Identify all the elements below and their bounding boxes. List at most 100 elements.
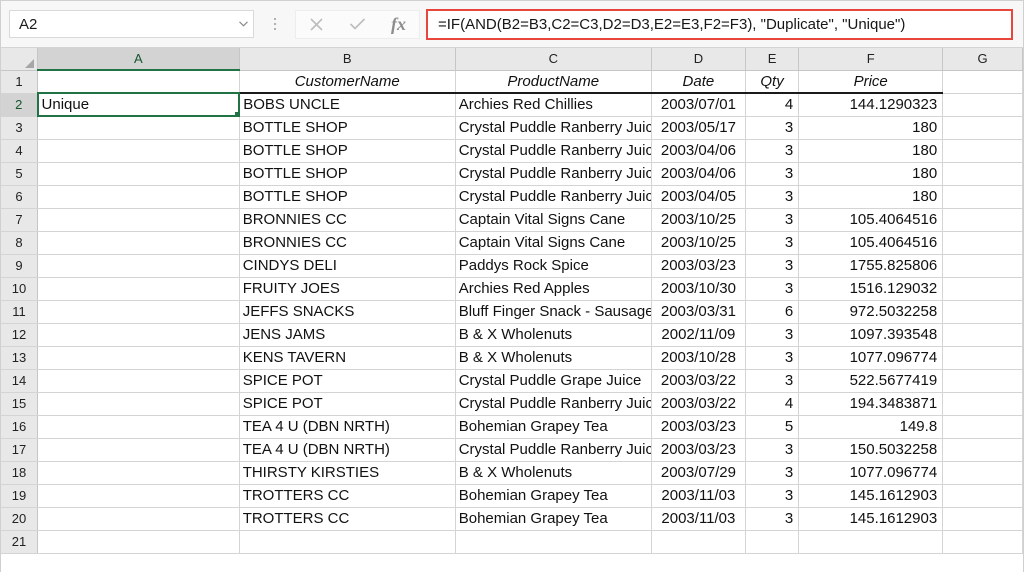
cell-G10[interactable] — [942, 277, 1023, 301]
cell-B11[interactable]: JEFFS SNACKS — [239, 300, 456, 324]
cell-E13[interactable]: 3 — [745, 346, 800, 370]
cell-G19[interactable] — [942, 484, 1023, 508]
cell-C16[interactable]: Bohemian Grapey Tea — [455, 415, 652, 439]
row-header-21[interactable]: 21 — [1, 530, 39, 554]
row-header-14[interactable]: 14 — [1, 369, 39, 393]
column-header-E[interactable]: E — [745, 48, 800, 71]
cell-B8[interactable]: BRONNIES CC — [239, 231, 456, 255]
cell-C7[interactable]: Captain Vital Signs Cane — [455, 208, 652, 232]
cell-E11[interactable]: 6 — [745, 300, 800, 324]
column-header-F[interactable]: F — [798, 48, 944, 71]
check-icon[interactable] — [337, 11, 378, 38]
cell-D7[interactable]: 2003/10/25 — [651, 208, 746, 232]
cell-D6[interactable]: 2003/04/05 — [651, 185, 746, 209]
cell-A10[interactable] — [37, 277, 240, 301]
column-header-B[interactable]: B — [239, 48, 456, 71]
cell-E10[interactable]: 3 — [745, 277, 800, 301]
cell-B13[interactable]: KENS TAVERN — [239, 346, 456, 370]
cell-F9[interactable]: 1755.825806 — [798, 254, 944, 278]
row-header-10[interactable]: 10 — [1, 277, 39, 301]
cell-F21[interactable] — [798, 530, 944, 554]
cell-B3[interactable]: BOTTLE SHOP — [239, 116, 456, 140]
cell-F10[interactable]: 1516.129032 — [798, 277, 944, 301]
cell-G14[interactable] — [942, 369, 1023, 393]
cell-B15[interactable]: SPICE POT — [239, 392, 456, 416]
cell-G8[interactable] — [942, 231, 1023, 255]
cell-B18[interactable]: THIRSTY KIRSTIES — [239, 461, 456, 485]
cell-C9[interactable]: Paddys Rock Spice — [455, 254, 652, 278]
cell-D15[interactable]: 2003/03/22 — [651, 392, 746, 416]
close-icon[interactable] — [296, 11, 337, 38]
cell-G13[interactable] — [942, 346, 1023, 370]
cell-D21[interactable] — [651, 530, 746, 554]
cell-B12[interactable]: JENS JAMS — [239, 323, 456, 347]
row-header-1[interactable]: 1 — [1, 70, 39, 94]
cell-B2[interactable]: BOBS UNCLE — [239, 93, 456, 117]
cell-G9[interactable] — [942, 254, 1023, 278]
cell-D10[interactable]: 2003/10/30 — [651, 277, 746, 301]
cell-E9[interactable]: 3 — [745, 254, 800, 278]
cell-E18[interactable]: 3 — [745, 461, 800, 485]
cell-A18[interactable] — [37, 461, 240, 485]
cell-B19[interactable]: TROTTERS CC — [239, 484, 456, 508]
cell-A16[interactable] — [37, 415, 240, 439]
row-header-7[interactable]: 7 — [1, 208, 39, 232]
cell-C20[interactable]: Bohemian Grapey Tea — [455, 507, 652, 531]
cell-D18[interactable]: 2003/07/29 — [651, 461, 746, 485]
cell-D4[interactable]: 2003/04/06 — [651, 139, 746, 163]
row-header-17[interactable]: 17 — [1, 438, 39, 462]
cell-E14[interactable]: 3 — [745, 369, 800, 393]
cell-C10[interactable]: Archies Red Apples — [455, 277, 652, 301]
more-options-icon[interactable] — [263, 9, 287, 39]
cell-F5[interactable]: 180 — [798, 162, 944, 186]
cell-C8[interactable]: Captain Vital Signs Cane — [455, 231, 652, 255]
cell-G6[interactable] — [942, 185, 1023, 209]
cell-C14[interactable]: Crystal Puddle Grape Juice — [455, 369, 652, 393]
cell-D14[interactable]: 2003/03/22 — [651, 369, 746, 393]
cell-A6[interactable] — [37, 185, 240, 209]
cell-F17[interactable]: 150.5032258 — [798, 438, 944, 462]
cell-F8[interactable]: 105.4064516 — [798, 231, 944, 255]
column-header-D[interactable]: D — [651, 48, 746, 71]
cell-B14[interactable]: SPICE POT — [239, 369, 456, 393]
cell-G16[interactable] — [942, 415, 1023, 439]
cell-B5[interactable]: BOTTLE SHOP — [239, 162, 456, 186]
cell-D8[interactable]: 2003/10/25 — [651, 231, 746, 255]
cell-D16[interactable]: 2003/03/23 — [651, 415, 746, 439]
cell-A2[interactable]: Unique — [36, 92, 241, 117]
cell-A20[interactable] — [37, 507, 240, 531]
fx-icon[interactable]: fx — [378, 11, 419, 38]
cell-G1[interactable] — [942, 70, 1023, 94]
cell-C13[interactable]: B & X Wholenuts — [455, 346, 652, 370]
row-header-16[interactable]: 16 — [1, 415, 39, 439]
cell-G3[interactable] — [942, 116, 1023, 140]
cell-D13[interactable]: 2003/10/28 — [651, 346, 746, 370]
cell-D11[interactable]: 2003/03/31 — [651, 300, 746, 324]
cell-C17[interactable]: Crystal Puddle Ranberry Juice — [455, 438, 652, 462]
cell-D17[interactable]: 2003/03/23 — [651, 438, 746, 462]
cell-F19[interactable]: 145.1612903 — [798, 484, 944, 508]
cell-D12[interactable]: 2002/11/09 — [651, 323, 746, 347]
cell-E1[interactable]: Qty — [745, 70, 800, 94]
formula-input[interactable]: =IF(AND(B2=B3,C2=C3,D2=D3,E2=E3,F2=F3), … — [426, 8, 1013, 40]
row-header-13[interactable]: 13 — [1, 346, 39, 370]
row-header-6[interactable]: 6 — [1, 185, 39, 209]
column-header-C[interactable]: C — [455, 48, 652, 71]
cell-F1[interactable]: Price — [798, 70, 944, 94]
cell-F13[interactable]: 1077.096774 — [798, 346, 944, 370]
cell-A3[interactable] — [37, 116, 240, 140]
cell-B1[interactable]: CustomerName — [239, 70, 456, 94]
name-box[interactable]: A2 — [9, 10, 254, 38]
cell-B10[interactable]: FRUITY JOES — [239, 277, 456, 301]
cell-C18[interactable]: B & X Wholenuts — [455, 461, 652, 485]
cell-C1[interactable]: ProductName — [455, 70, 652, 94]
cell-B7[interactable]: BRONNIES CC — [239, 208, 456, 232]
cell-E2[interactable]: 4 — [745, 93, 800, 117]
cell-C5[interactable]: Crystal Puddle Ranberry Juice — [455, 162, 652, 186]
cell-G17[interactable] — [942, 438, 1023, 462]
cell-B4[interactable]: BOTTLE SHOP — [239, 139, 456, 163]
cell-E3[interactable]: 3 — [745, 116, 800, 140]
cell-C12[interactable]: B & X Wholenuts — [455, 323, 652, 347]
select-all-button[interactable] — [1, 48, 39, 71]
cell-C19[interactable]: Bohemian Grapey Tea — [455, 484, 652, 508]
